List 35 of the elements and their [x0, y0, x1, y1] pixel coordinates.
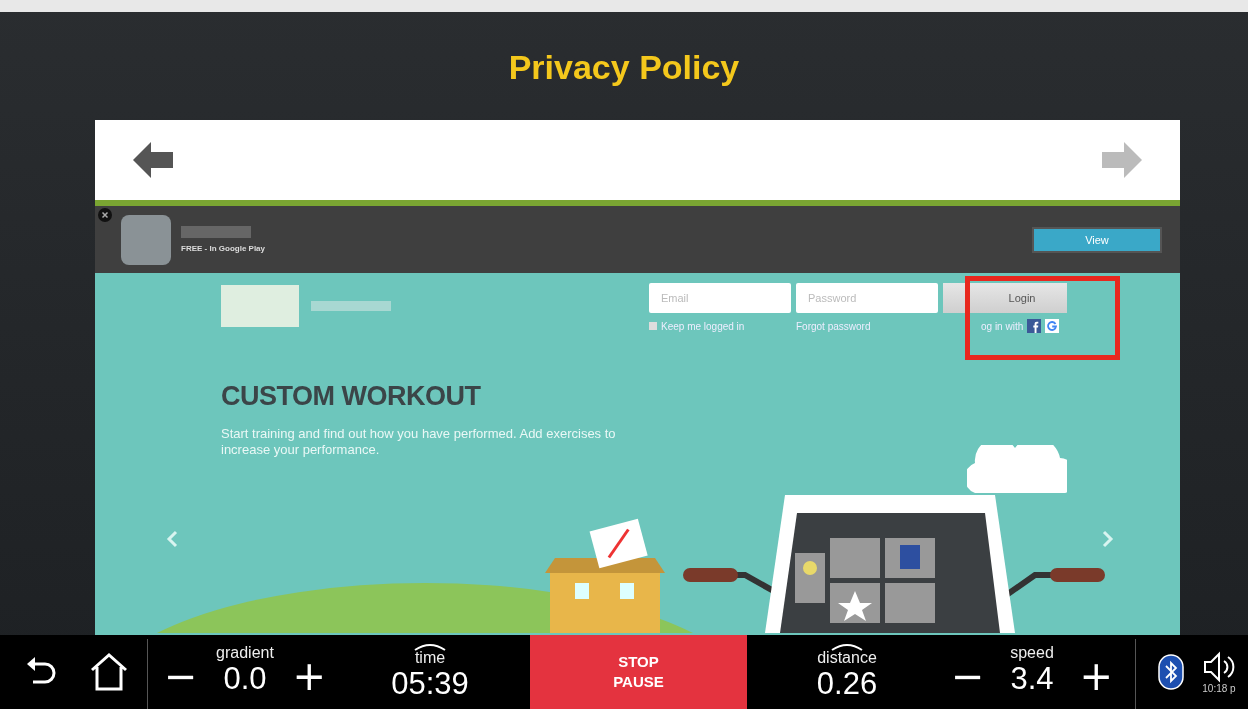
- metric-label: speed: [1010, 644, 1054, 662]
- metric-label: distance: [817, 649, 877, 667]
- blurred-text-placeholder: [181, 226, 251, 238]
- password-field[interactable]: Password: [796, 283, 938, 313]
- app-icon-placeholder: [121, 214, 171, 265]
- google-icon[interactable]: [1045, 319, 1060, 333]
- login-button[interactable]: Login: [943, 283, 1067, 313]
- login-with-label: og in with: [981, 320, 1024, 332]
- facebook-icon[interactable]: [1027, 319, 1042, 333]
- minus-button[interactable]: −: [947, 656, 989, 696]
- metric-value: 05:39: [391, 667, 469, 701]
- plus-button[interactable]: +: [288, 656, 330, 696]
- checkbox[interactable]: [649, 322, 657, 330]
- back-arrow-icon[interactable]: [133, 142, 173, 178]
- arc-icon: [414, 643, 446, 651]
- metric-value: 0.0: [223, 662, 267, 696]
- hero-heading: CUSTOM WORKOUT: [221, 381, 482, 412]
- hero-text: Start training and find out how you have performed. Add exercises to increase your performance.: [221, 426, 617, 458]
- ad-caption: FREE - In Google Play: [181, 244, 266, 253]
- bluetooth-icon[interactable]: [1158, 654, 1184, 690]
- metric-label: time: [414, 649, 446, 667]
- arc-icon: [831, 643, 863, 651]
- clock-time: 10:18 p: [1202, 682, 1236, 694]
- stop-pause-button[interactable]: STOP PAUSE: [530, 635, 747, 709]
- email-field[interactable]: Email: [649, 283, 791, 313]
- close-icon[interactable]: [98, 208, 112, 222]
- metric-label: gradient: [216, 644, 274, 662]
- minus-button[interactable]: −: [160, 656, 202, 696]
- plus-button[interactable]: +: [1075, 656, 1117, 696]
- page-title: Privacy Policy: [508, 48, 740, 87]
- home-icon[interactable]: [89, 652, 129, 692]
- speaker-icon[interactable]: [1202, 650, 1236, 683]
- metric-value: 0.26: [816, 667, 878, 701]
- metric-value: 3.4: [1010, 662, 1054, 696]
- checkbox-label: Keep me logged in: [661, 320, 745, 332]
